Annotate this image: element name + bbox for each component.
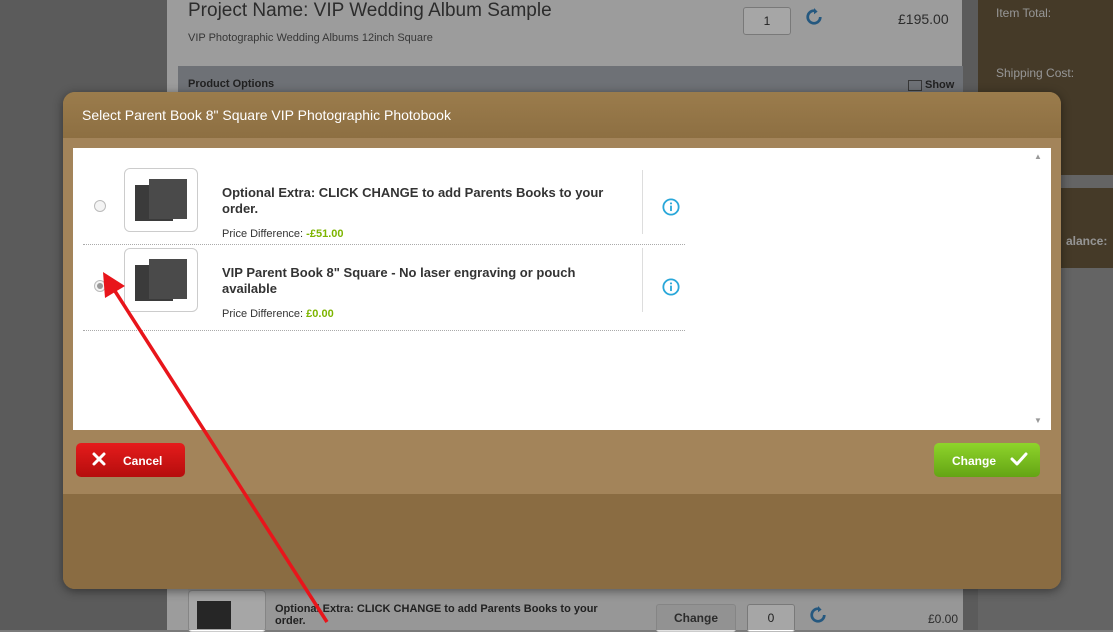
annotation-arrow <box>103 272 329 623</box>
